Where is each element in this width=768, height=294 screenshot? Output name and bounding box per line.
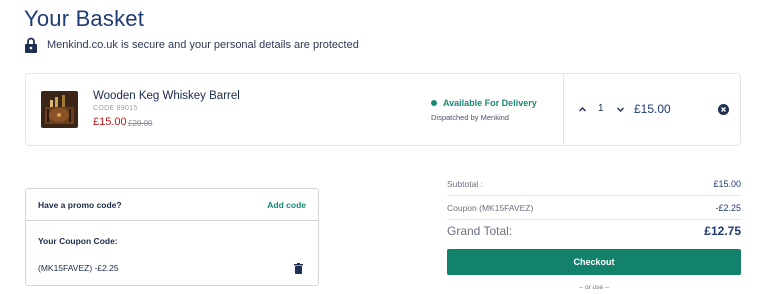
coupon-summary-label: Coupon (MK15FAVEZ) (447, 203, 534, 213)
remove-item-button[interactable] (718, 104, 729, 115)
secure-message: Menkind.co.uk is secure and your persona… (47, 39, 359, 51)
delivery-status: Available For Delivery (431, 98, 537, 108)
page-title: Your Basket (24, 6, 145, 31)
item-divider (563, 74, 564, 145)
summary-divider (447, 219, 741, 220)
or-use-divider: -- or use -- (578, 284, 610, 291)
product-name[interactable]: Wooden Keg Whiskey Barrel (93, 90, 240, 102)
promo-panel: Have a promo code? Add code Your Coupon … (25, 188, 319, 286)
coupon-summary-value: -£2.25 (715, 203, 741, 213)
basket-item: Wooden Keg Whiskey Barrel CODE 89015 £15… (25, 73, 741, 146)
promo-header: Have a promo code? Add code (26, 189, 318, 221)
product-thumbnail[interactable] (41, 91, 78, 128)
chevron-up-icon (579, 107, 586, 112)
quantity-decrease-button[interactable] (615, 104, 626, 115)
coupon-row: Coupon (MK15FAVEZ) -£2.25 (447, 203, 741, 217)
add-code-link[interactable]: Add code (267, 200, 306, 210)
checkout-button[interactable]: Checkout (447, 249, 741, 275)
dispatch-info: Dispatched by Menkind (431, 113, 509, 122)
coupon-label: Your Coupon Code: (38, 236, 118, 246)
summary-divider (447, 195, 741, 196)
grand-total-label: Grand Total: (447, 224, 513, 238)
grand-total-row: Grand Total: £12.75 (447, 224, 741, 242)
quantity-increase-button[interactable] (577, 104, 588, 115)
grand-total-value: £12.75 (704, 224, 741, 238)
status-dot-icon (431, 100, 437, 106)
promo-question: Have a promo code? (38, 200, 122, 210)
product-price: £15.00 (93, 116, 127, 128)
subtotal-label: Subtotal : (447, 179, 483, 189)
delivery-status-text: Available For Delivery (443, 98, 537, 108)
subtotal-value: £15.00 (713, 179, 741, 189)
product-was-price: £20.00 (128, 119, 153, 128)
remove-coupon-button[interactable] (294, 261, 303, 274)
trash-icon (294, 263, 303, 274)
subtotal-row: Subtotal : £15.00 (447, 179, 741, 193)
quantity-value[interactable]: 1 (598, 103, 604, 114)
product-code: CODE 89015 (93, 105, 138, 112)
chevron-down-icon (617, 107, 624, 112)
coupon-applied: (MK15FAVEZ) -£2.25 (38, 263, 119, 273)
lock-icon (25, 37, 37, 53)
close-circle-icon (721, 107, 726, 112)
secure-notice: Menkind.co.uk is secure and your persona… (25, 37, 359, 53)
line-total: £15.00 (634, 102, 671, 116)
